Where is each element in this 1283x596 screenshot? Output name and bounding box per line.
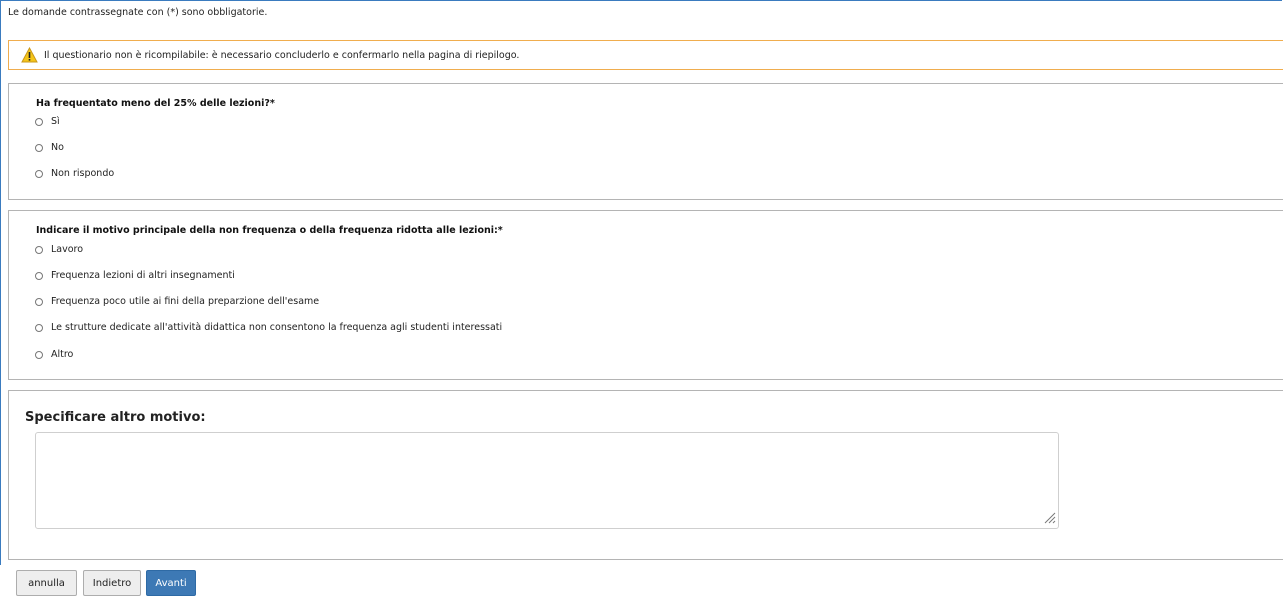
warning-icon (21, 47, 38, 63)
option-label: Le strutture dedicate all'attività didat… (51, 322, 503, 333)
radio-button[interactable] (35, 117, 43, 126)
option-label: Lavoro (51, 244, 84, 255)
radio-option-altri-insegnamenti[interactable]: Frequenza lezioni di altri insegnamenti (35, 270, 235, 281)
radio-option-poco-utile[interactable]: Frequenza poco utile ai fini della prepa… (35, 296, 319, 307)
radio-button[interactable] (35, 297, 43, 306)
radio-option-altro[interactable]: Altro (35, 349, 73, 360)
option-label: Frequenza lezioni di altri insegnamenti (51, 270, 235, 281)
radio-button[interactable] (35, 169, 43, 178)
resize-grip-icon[interactable] (1043, 511, 1056, 524)
question-title: Ha frequentato meno del 25% delle lezion… (36, 98, 275, 109)
option-label: Frequenza poco utile ai fini della prepa… (51, 296, 320, 307)
option-label: Non rispondo (51, 168, 115, 179)
radio-button[interactable] (35, 271, 43, 280)
radio-option-si[interactable]: Sì (35, 116, 60, 127)
question-reason-panel: Indicare il motivo principale della non … (8, 210, 1283, 380)
radio-option-lavoro[interactable]: Lavoro (35, 244, 83, 255)
other-reason-textarea[interactable] (35, 432, 1059, 529)
option-label: No (51, 142, 64, 153)
radio-button[interactable] (35, 245, 43, 254)
next-button[interactable]: Avanti (146, 570, 196, 596)
question-title: Specificare altro motivo: (25, 410, 206, 425)
warning-banner: Il questionario non è ricompilabile: è n… (8, 40, 1283, 70)
required-fields-note: Le domande contrassegnate con (*) sono o… (8, 7, 268, 18)
radio-button[interactable] (35, 350, 43, 359)
radio-option-non-rispondo[interactable]: Non rispondo (35, 168, 114, 179)
question-attendance-panel: Ha frequentato meno del 25% delle lezion… (8, 83, 1283, 200)
radio-button[interactable] (35, 323, 43, 332)
question-other-reason-panel: Specificare altro motivo: (8, 390, 1283, 560)
radio-button[interactable] (35, 143, 43, 152)
option-label: Altro (51, 349, 74, 360)
warning-text: Il questionario non è ricompilabile: è n… (44, 49, 520, 61)
radio-option-strutture[interactable]: Le strutture dedicate all'attività didat… (35, 322, 502, 333)
option-label: Sì (51, 116, 60, 127)
radio-option-no[interactable]: No (35, 142, 64, 153)
question-title: Indicare il motivo principale della non … (36, 225, 503, 236)
cancel-button[interactable]: annulla (16, 570, 77, 596)
back-button[interactable]: Indietro (83, 570, 141, 596)
